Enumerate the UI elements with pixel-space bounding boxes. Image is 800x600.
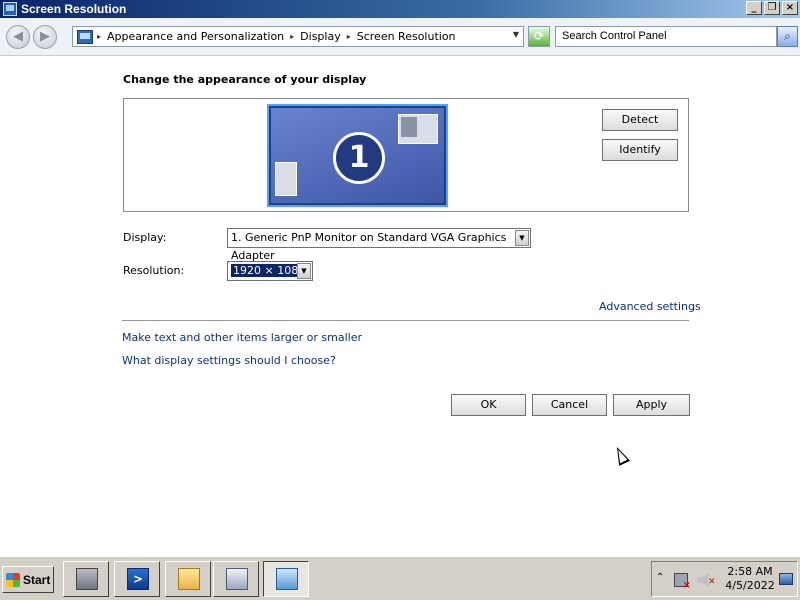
server-manager-icon bbox=[76, 568, 98, 590]
clock-time: 2:58 AM bbox=[727, 565, 773, 578]
back-button[interactable]: ◀ bbox=[6, 25, 30, 49]
page-title: Change the appearance of your display bbox=[123, 73, 367, 86]
display-select[interactable]: 1. Generic PnP Monitor on Standard VGA G… bbox=[227, 228, 531, 262]
cancel-button[interactable]: Cancel bbox=[532, 394, 607, 416]
address-bar[interactable]: ▸ Appearance and Personalization ▸ Display… bbox=[72, 26, 524, 47]
window-title: Screen Resolution bbox=[21, 2, 127, 16]
start-button[interactable]: Start bbox=[2, 566, 54, 593]
powershell-icon: > bbox=[127, 568, 149, 590]
window-thumbnail-icon bbox=[398, 114, 438, 144]
control-panel-icon bbox=[77, 29, 93, 44]
divider bbox=[122, 320, 689, 321]
resolution-select-value: 1920 × 1080 bbox=[229, 263, 309, 278]
text-size-link[interactable]: Make text and other items larger or smal… bbox=[122, 331, 362, 344]
advanced-settings-link[interactable]: Advanced settings bbox=[599, 300, 701, 313]
resolution-label: Resolution: bbox=[123, 264, 185, 277]
system-tray: ⌃ ✕ 2:58 AM 4/5/2022 bbox=[651, 561, 798, 597]
window-thumbnail-icon bbox=[275, 162, 297, 196]
taskbar: Start > ⌃ ✕ 2:58 AM 4/5/2022 bbox=[0, 556, 800, 600]
muted-icon: ✕ bbox=[708, 577, 716, 587]
show-desktop-icon[interactable] bbox=[779, 573, 793, 585]
ok-button[interactable]: OK bbox=[451, 394, 526, 416]
chevron-right-icon[interactable]: ▸ bbox=[97, 32, 101, 41]
resolution-select[interactable]: 1920 × 1080 ▼ bbox=[227, 261, 313, 281]
keyboard-icon bbox=[226, 568, 248, 590]
monitor-1-preview[interactable]: 1 bbox=[267, 104, 448, 207]
taskbar-server-manager[interactable] bbox=[63, 561, 109, 597]
display-select-value: 1. Generic PnP Monitor on Standard VGA G… bbox=[231, 231, 507, 262]
breadcrumb-screen-resolution[interactable]: ▸ Screen Resolution bbox=[347, 30, 456, 43]
chevron-down-icon[interactable]: ▼ bbox=[515, 230, 529, 246]
restore-button[interactable]: ❐ bbox=[764, 1, 780, 15]
breadcrumb-label[interactable]: Screen Resolution bbox=[357, 30, 456, 43]
monitor-screen: 1 bbox=[271, 108, 444, 203]
windows-logo-icon bbox=[6, 572, 20, 587]
breadcrumb-label[interactable]: Display bbox=[300, 30, 341, 43]
network-disconnected-icon[interactable] bbox=[674, 573, 691, 591]
identify-button[interactable]: Identify bbox=[602, 139, 678, 161]
mouse-cursor-icon bbox=[611, 444, 631, 466]
display-label: Display: bbox=[123, 231, 167, 244]
minimize-button[interactable]: _ bbox=[746, 1, 762, 15]
detect-button[interactable]: Detect bbox=[602, 109, 678, 131]
display-app-icon bbox=[3, 2, 17, 16]
clock-date: 4/5/2022 bbox=[725, 579, 775, 592]
chevron-right-icon[interactable]: ▸ bbox=[290, 32, 294, 41]
taskbar-control-panel[interactable] bbox=[263, 561, 309, 597]
chevron-down-icon[interactable]: ▼ bbox=[513, 30, 519, 39]
taskbar-powershell[interactable]: > bbox=[114, 561, 160, 597]
search-input[interactable]: Search Control Panel bbox=[555, 26, 777, 47]
title-bar: Screen Resolution _ ❐ × bbox=[0, 0, 800, 18]
search-icon[interactable]: ⌕ bbox=[777, 26, 798, 47]
clock[interactable]: 2:58 AM 4/5/2022 bbox=[725, 565, 775, 593]
taskbar-keyboard[interactable] bbox=[213, 561, 259, 597]
apply-button[interactable]: Apply bbox=[613, 394, 690, 416]
chevron-right-icon[interactable]: ▸ bbox=[347, 32, 351, 41]
forward-button[interactable]: ▶ bbox=[33, 25, 57, 49]
display-help-link[interactable]: What display settings should I choose? bbox=[122, 354, 336, 367]
breadcrumb-display[interactable]: ▸ Display bbox=[290, 30, 341, 43]
breadcrumb-appearance[interactable]: ▸ Appearance and Personalization bbox=[97, 30, 284, 43]
start-label: Start bbox=[23, 572, 51, 587]
window-controls: _ ❐ × bbox=[746, 1, 798, 15]
breadcrumb-label[interactable]: Appearance and Personalization bbox=[107, 30, 284, 43]
refresh-button[interactable]: ⟳ bbox=[528, 26, 550, 47]
close-button[interactable]: × bbox=[782, 1, 798, 15]
navigation-bar: ◀ ▶ ▸ Appearance and Personalization ▸ Dis… bbox=[0, 18, 800, 56]
monitor-number-badge: 1 bbox=[333, 132, 385, 184]
chevron-down-icon[interactable]: ▼ bbox=[297, 263, 311, 279]
chevron-up-icon[interactable]: ⌃ bbox=[656, 572, 664, 583]
taskbar-explorer[interactable] bbox=[165, 561, 211, 597]
explorer-folder-icon bbox=[178, 568, 200, 590]
control-panel-display-icon bbox=[276, 568, 298, 590]
